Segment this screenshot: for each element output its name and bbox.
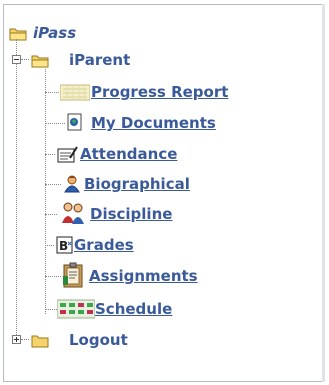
attendance-link[interactable]: Attendance [80, 145, 177, 163]
tree-connector [45, 184, 61, 185]
schedule-link[interactable]: Schedule [95, 300, 172, 318]
tree-connector [45, 92, 59, 93]
assignments-icon [62, 262, 86, 292]
svg-text:B: B [59, 239, 68, 253]
expand-toggle[interactable] [12, 335, 21, 344]
tree-connector [45, 276, 61, 277]
my-documents-link[interactable]: My Documents [91, 114, 216, 132]
documents-icon [67, 113, 83, 135]
tree-parent-label[interactable]: iParent [69, 51, 130, 69]
scrollbar[interactable] [322, 4, 325, 382]
biographical-link[interactable]: Biographical [84, 175, 190, 193]
progress-report-link[interactable]: Progress Report [91, 83, 228, 101]
attendance-icon [57, 145, 79, 167]
open-folder-icon [31, 53, 49, 68]
tree-connector [45, 309, 57, 310]
closed-folder-icon [31, 333, 49, 348]
schedule-icon [56, 299, 96, 323]
logout-label[interactable]: Logout [69, 331, 128, 349]
collapse-toggle[interactable] [12, 55, 21, 64]
tree-connector [45, 123, 65, 124]
tree-connector [45, 245, 54, 246]
tree-root-label[interactable]: iPass [33, 24, 76, 42]
assignments-link[interactable]: Assignments [89, 267, 198, 285]
tree-connector [21, 339, 29, 340]
tree-connector [16, 39, 17, 339]
tree-connector [45, 154, 55, 155]
progress-report-icon [59, 83, 91, 105]
grades-link[interactable]: Grades [74, 236, 134, 254]
grades-icon: B [56, 236, 74, 258]
open-folder-icon [9, 26, 27, 41]
discipline-icon [58, 201, 88, 229]
navigation-tree-panel [3, 4, 325, 382]
biographical-icon [63, 175, 81, 197]
tree-connector [21, 59, 29, 60]
tree-connector [45, 214, 57, 215]
tree-connector [45, 69, 46, 314]
discipline-link[interactable]: Discipline [90, 205, 172, 223]
